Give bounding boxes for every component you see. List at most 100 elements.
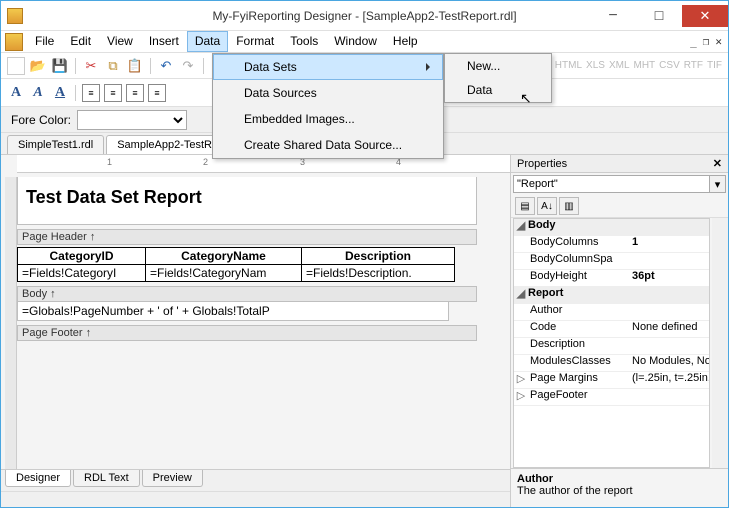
properties-close-button[interactable]: ✕ bbox=[713, 157, 722, 170]
properties-title: Properties bbox=[517, 158, 567, 170]
prop-name-bodycolumns: BodyColumns bbox=[528, 236, 628, 252]
doc-tab-simpletest[interactable]: SimpleTest1.rdl bbox=[7, 135, 104, 154]
menu-format[interactable]: Format bbox=[228, 31, 282, 52]
report-title-box[interactable]: Test Data Set Report bbox=[17, 177, 477, 225]
open-icon[interactable]: 📂 bbox=[29, 57, 47, 75]
menu-help[interactable]: Help bbox=[385, 31, 426, 52]
app-icon bbox=[7, 8, 23, 24]
prop-val-description[interactable] bbox=[628, 338, 709, 354]
prop-val-pagefooter[interactable] bbox=[628, 389, 709, 405]
menu-item-datasets[interactable]: Data Sets bbox=[213, 54, 443, 80]
properties-pages-icon[interactable]: ▥ bbox=[559, 197, 579, 215]
properties-alphabetical-icon[interactable]: A↓ bbox=[537, 197, 557, 215]
page-header-band[interactable]: Page Header ↑ bbox=[17, 229, 477, 245]
export-format-bar: PDF HTML XLS XML MHT CSV RTF TIF bbox=[531, 60, 722, 71]
prop-category-body[interactable]: Body bbox=[528, 219, 628, 235]
menu-item-create-shared-ds[interactable]: Create Shared Data Source... bbox=[213, 132, 443, 158]
export-xls[interactable]: XLS bbox=[586, 60, 605, 71]
menu-tools[interactable]: Tools bbox=[282, 31, 326, 52]
cut-icon[interactable]: ✂ bbox=[82, 57, 100, 75]
tab-designer[interactable]: Designer bbox=[5, 470, 71, 487]
prop-val-bodyheight[interactable]: 36pt bbox=[628, 270, 709, 286]
prop-name-description: Description bbox=[528, 338, 628, 354]
col-header-categoryid[interactable]: CategoryID bbox=[18, 248, 146, 265]
mdi-minimize-button[interactable]: _ bbox=[690, 35, 697, 48]
close-button[interactable] bbox=[682, 5, 728, 27]
mdi-restore-button[interactable]: ❐ bbox=[703, 35, 710, 48]
italic-icon[interactable]: A bbox=[29, 84, 47, 102]
mdi-close-button[interactable]: ✕ bbox=[715, 35, 722, 48]
copy-icon[interactable]: ⧉ bbox=[104, 57, 122, 75]
designer-view-tabs: Designer RDL Text Preview bbox=[1, 469, 510, 491]
align-left-icon[interactable]: ≡ bbox=[82, 84, 100, 102]
menu-item-datasources[interactable]: Data Sources bbox=[213, 80, 443, 106]
menu-edit[interactable]: Edit bbox=[62, 31, 99, 52]
maximize-button[interactable] bbox=[636, 5, 682, 27]
menu-window[interactable]: Window bbox=[326, 31, 385, 52]
prop-val-author[interactable] bbox=[628, 304, 709, 320]
ruler-tick-2: 2 bbox=[203, 157, 208, 167]
properties-vertical-scrollbar[interactable] bbox=[712, 218, 728, 468]
datasets-submenu: New... Data bbox=[444, 53, 552, 103]
menu-file[interactable]: File bbox=[27, 31, 62, 52]
horizontal-scrollbar[interactable] bbox=[1, 491, 510, 507]
export-tif[interactable]: TIF bbox=[707, 60, 722, 71]
menu-item-datasets-label: Data Sets bbox=[244, 60, 297, 74]
report-table[interactable]: CategoryID CategoryName Description =Fie… bbox=[17, 247, 455, 282]
align-justify-icon[interactable]: ≡ bbox=[148, 84, 166, 102]
prop-val-modules[interactable]: No Modules, No Classe bbox=[628, 355, 709, 371]
properties-desc-title: Author bbox=[517, 473, 722, 485]
prop-val-pagemargins[interactable]: (l=.25in, t=.25in, r=.25in bbox=[628, 372, 709, 388]
menu-view[interactable]: View bbox=[99, 31, 141, 52]
design-surface: 1 2 3 4 Test Data Set Report Page Header… bbox=[1, 155, 510, 507]
save-icon[interactable]: 💾 bbox=[51, 57, 69, 75]
undo-icon[interactable]: ↶ bbox=[157, 57, 175, 75]
properties-object-select[interactable] bbox=[513, 175, 710, 193]
export-html[interactable]: HTML bbox=[555, 60, 582, 71]
export-mht[interactable]: MHT bbox=[634, 60, 656, 71]
cell-description[interactable]: =Fields!Description. bbox=[302, 265, 455, 282]
menu-bar: File Edit View Insert Data Format Tools … bbox=[1, 31, 728, 53]
prop-val-bodycolumns[interactable]: 1 bbox=[628, 236, 709, 252]
underline-icon[interactable]: A bbox=[51, 84, 69, 102]
footer-expression-box[interactable]: =Globals!PageNumber + ' of ' + Globals!T… bbox=[17, 302, 449, 321]
page-footer-band[interactable]: Page Footer ↑ bbox=[17, 325, 477, 341]
submenu-item-data[interactable]: Data bbox=[445, 78, 551, 102]
cell-categoryid[interactable]: =Fields!CategoryI bbox=[18, 265, 146, 282]
prop-category-report[interactable]: Report bbox=[528, 287, 628, 303]
tab-preview[interactable]: Preview bbox=[142, 470, 203, 487]
menu-item-embedded-images[interactable]: Embedded Images... bbox=[213, 106, 443, 132]
property-grid[interactable]: ◢Body BodyColumns1 BodyColumnSpa BodyHei… bbox=[513, 218, 710, 468]
app-menu-icon[interactable] bbox=[5, 33, 23, 51]
col-header-categoryname[interactable]: CategoryName bbox=[146, 248, 302, 265]
align-center-icon[interactable]: ≡ bbox=[104, 84, 122, 102]
chevron-down-icon[interactable]: ▾ bbox=[710, 175, 726, 193]
redo-icon[interactable]: ↷ bbox=[179, 57, 197, 75]
align-right-icon[interactable]: ≡ bbox=[126, 84, 144, 102]
col-header-description[interactable]: Description bbox=[302, 248, 455, 265]
properties-categorized-icon[interactable]: ▤ bbox=[515, 197, 535, 215]
properties-desc-text: The author of the report bbox=[517, 485, 722, 497]
prop-name-pagemargins: Page Margins bbox=[528, 372, 628, 388]
ruler-tick-1: 1 bbox=[107, 157, 112, 167]
menu-insert[interactable]: Insert bbox=[141, 31, 187, 52]
menu-data[interactable]: Data bbox=[187, 31, 228, 52]
properties-description-pane: Author The author of the report bbox=[511, 468, 728, 507]
prop-val-code[interactable]: None defined bbox=[628, 321, 709, 337]
bold-icon[interactable]: A bbox=[7, 84, 25, 102]
new-icon[interactable]: ▫ bbox=[7, 57, 25, 75]
prop-name-modules: ModulesClasses bbox=[528, 355, 628, 371]
paste-icon[interactable]: 📋 bbox=[126, 57, 144, 75]
tab-rdl-text[interactable]: RDL Text bbox=[73, 470, 140, 487]
body-band[interactable]: Body ↑ bbox=[17, 286, 477, 302]
cell-categoryname[interactable]: =Fields!CategoryNam bbox=[146, 265, 302, 282]
minimize-button[interactable] bbox=[590, 5, 636, 27]
export-xml[interactable]: XML bbox=[609, 60, 630, 71]
data-menu-dropdown: Data Sets Data Sources Embedded Images..… bbox=[212, 53, 444, 159]
forecolor-select[interactable] bbox=[77, 110, 187, 130]
prop-name-pagefooter: PageFooter bbox=[528, 389, 628, 405]
prop-val-bodycolspacing[interactable] bbox=[628, 253, 709, 269]
export-csv[interactable]: CSV bbox=[659, 60, 680, 71]
submenu-item-new[interactable]: New... bbox=[445, 54, 551, 78]
export-rtf[interactable]: RTF bbox=[684, 60, 703, 71]
